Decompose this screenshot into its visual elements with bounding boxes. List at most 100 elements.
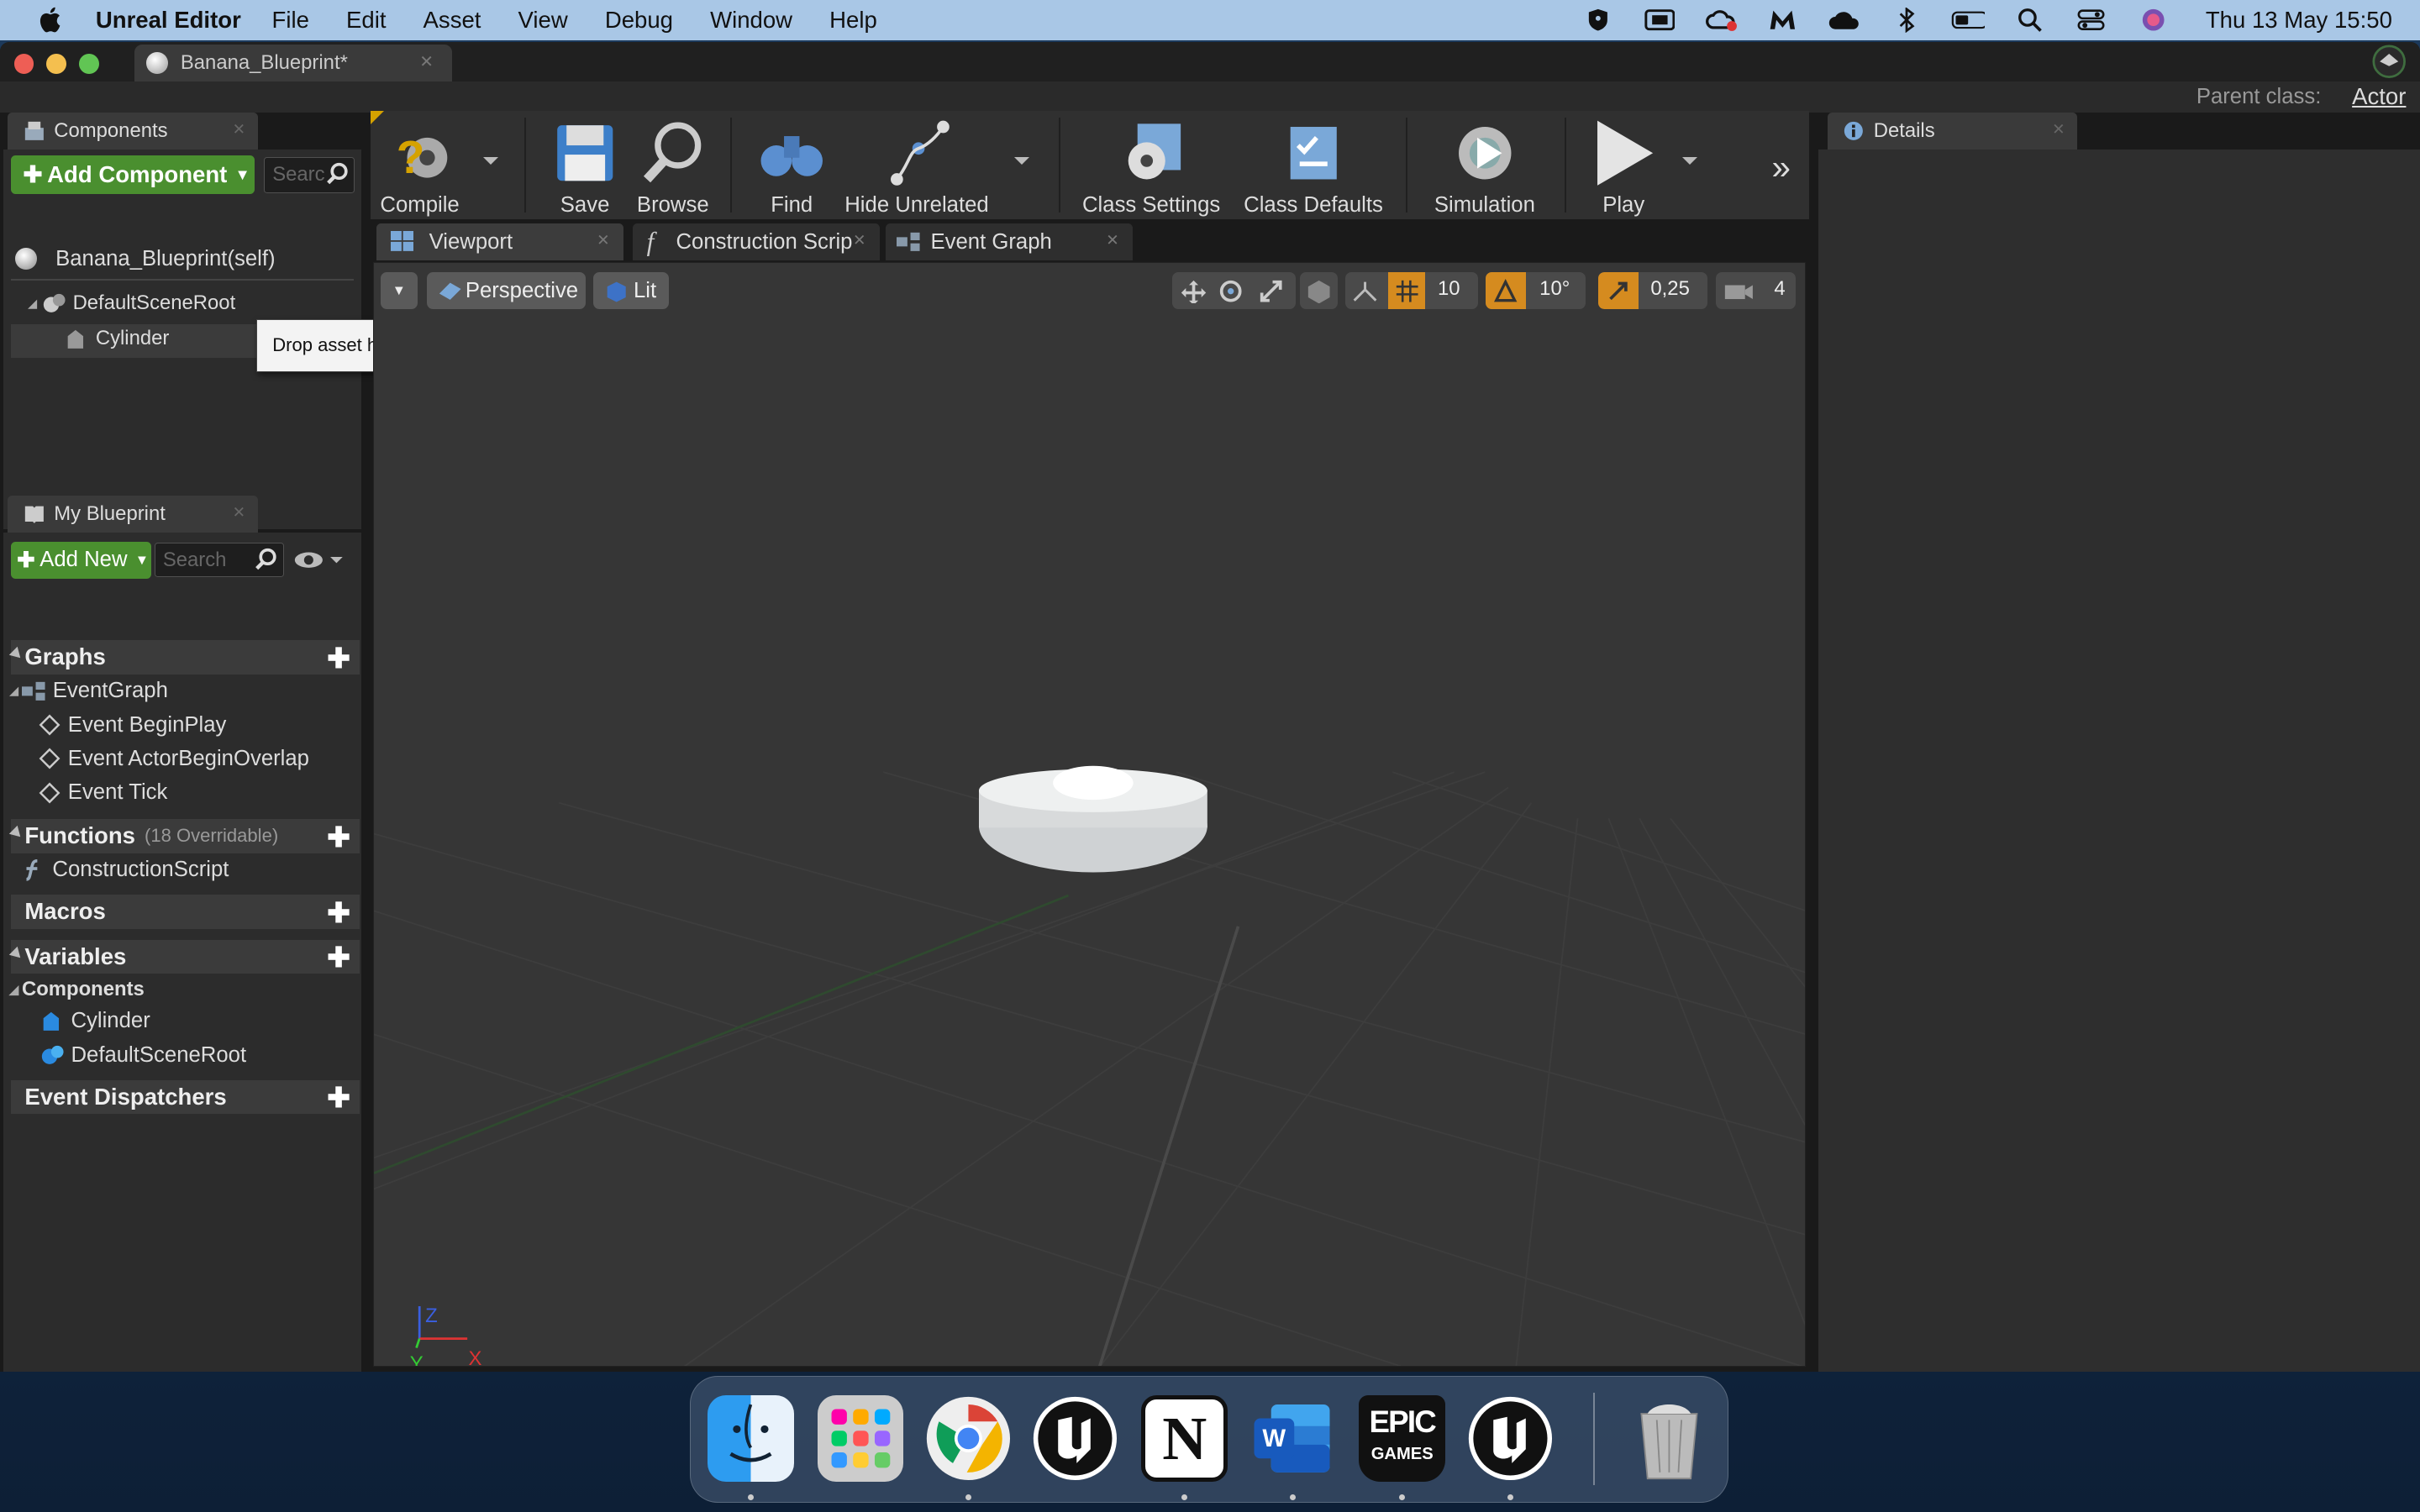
- world-local-toggle[interactable]: [1300, 272, 1338, 310]
- class-settings-button[interactable]: Class Settings: [1081, 111, 1223, 219]
- event-actorbeginoverlap-item[interactable]: Event ActorBeginOverlap: [39, 747, 309, 771]
- add-variable-button[interactable]: ✚: [327, 941, 350, 974]
- components-search-input[interactable]: Search: [264, 157, 355, 193]
- viewport[interactable]: ▼ Perspective Lit 10 10° 0,25 4 Z X Y: [373, 262, 1806, 1368]
- control-center-icon[interactable]: [2075, 6, 2108, 34]
- simulation-button[interactable]: Simulation: [1429, 111, 1540, 219]
- battery-icon[interactable]: [1951, 6, 1986, 34]
- add-component-button[interactable]: ✚ Add Component ▼: [10, 155, 255, 195]
- chrome-icon[interactable]: [925, 1395, 1012, 1482]
- close-panel-icon[interactable]: ✕: [233, 120, 245, 139]
- cloud-icon[interactable]: [1828, 6, 1861, 34]
- menu-window[interactable]: Window: [710, 7, 792, 34]
- add-macro-button[interactable]: ✚: [327, 896, 350, 930]
- menu-view[interactable]: View: [518, 7, 568, 34]
- apple-icon[interactable]: [31, 0, 68, 40]
- browse-button[interactable]: Browse: [633, 111, 713, 219]
- menu-asset[interactable]: Asset: [424, 7, 481, 34]
- compile-button[interactable]: ? Compile: [380, 111, 460, 219]
- close-window-button[interactable]: [13, 54, 34, 75]
- hide-unrelated-button[interactable]: Hide Unrelated: [844, 111, 990, 219]
- rotation-snap-toggle[interactable]: [1485, 272, 1526, 310]
- variable-cylinder-item[interactable]: Cylinder: [40, 1009, 150, 1033]
- rotation-snap-value[interactable]: 10°: [1539, 277, 1570, 301]
- minimize-window-button[interactable]: [46, 54, 66, 75]
- asset-tab[interactable]: Banana_Blueprint* ✕: [134, 45, 453, 82]
- zoom-window-button[interactable]: [78, 54, 99, 75]
- perspective-button[interactable]: Perspective: [426, 272, 587, 310]
- creative-cloud-icon[interactable]: [1704, 6, 1738, 34]
- save-button[interactable]: Save: [550, 111, 620, 219]
- close-tab-icon[interactable]: ✕: [597, 231, 609, 249]
- camera-speed-group[interactable]: 4: [1715, 272, 1797, 310]
- surface-snap-icon[interactable]: [1351, 279, 1379, 310]
- section-graphs[interactable]: Graphs ✚: [8, 640, 360, 675]
- lit-mode-button[interactable]: Lit: [593, 272, 670, 310]
- word-icon[interactable]: W: [1249, 1395, 1336, 1482]
- tab-event-graph[interactable]: Event Graph ✕: [886, 223, 1134, 261]
- self-component-item[interactable]: Banana_Blueprint(self): [15, 247, 276, 271]
- screen-mirroring-icon[interactable]: [1643, 6, 1676, 34]
- close-panel-icon[interactable]: ✕: [233, 503, 245, 522]
- hide-unrelated-dropdown[interactable]: [1013, 157, 1029, 165]
- tab-components[interactable]: Components ✕: [8, 113, 258, 150]
- notion-icon[interactable]: N: [1141, 1395, 1228, 1483]
- grid-snap-toggle[interactable]: [1388, 272, 1426, 310]
- menu-help[interactable]: Help: [829, 7, 877, 34]
- class-defaults-button[interactable]: Class Defaults: [1239, 111, 1387, 219]
- tree-item-defaultsceneroot[interactable]: ◢ DefaultSceneRoot: [28, 291, 235, 315]
- close-tab-icon[interactable]: ✕: [419, 51, 434, 72]
- menu-file[interactable]: File: [272, 7, 309, 34]
- translate-icon[interactable]: [1180, 279, 1207, 310]
- menu-debug[interactable]: Debug: [605, 7, 673, 34]
- play-options-dropdown[interactable]: [1681, 157, 1697, 165]
- spotlight-search-icon[interactable]: [2012, 6, 2046, 34]
- add-graph-button[interactable]: ✚: [327, 642, 350, 675]
- variables-components-category[interactable]: ◢ Components: [9, 978, 145, 1001]
- event-tick-item[interactable]: Event Tick: [39, 780, 167, 805]
- find-button[interactable]: Find: [755, 111, 829, 219]
- section-functions[interactable]: Functions (18 Overridable) ✚: [8, 819, 360, 854]
- epic-games-icon[interactable]: EPIC GAMES: [1359, 1395, 1446, 1483]
- rotate-icon[interactable]: [1218, 279, 1243, 310]
- close-tab-icon[interactable]: ✕: [853, 231, 865, 249]
- menu-edit[interactable]: Edit: [346, 7, 386, 34]
- unreal-icon[interactable]: [1467, 1395, 1554, 1482]
- shield-icon[interactable]: [1581, 6, 1614, 34]
- bluetooth-icon[interactable]: [1889, 6, 1923, 34]
- tree-item-cylinder[interactable]: Cylinder: [65, 327, 169, 350]
- tab-my-blueprint[interactable]: My Blueprint ✕: [8, 495, 258, 533]
- scale-snap-value[interactable]: 0,25: [1650, 277, 1689, 301]
- scale-icon[interactable]: [1259, 279, 1283, 310]
- section-event-dispatchers[interactable]: Event Dispatchers ✚: [10, 1079, 360, 1115]
- play-button[interactable]: Play: [1588, 111, 1659, 219]
- tab-viewport[interactable]: Viewport ✕: [376, 223, 623, 261]
- close-panel-icon[interactable]: ✕: [2052, 120, 2065, 139]
- close-tab-icon[interactable]: ✕: [1106, 231, 1118, 249]
- toolbar-overflow-chevron-icon[interactable]: »: [1772, 148, 1791, 187]
- unreal-icon[interactable]: [1032, 1395, 1118, 1482]
- app-name[interactable]: Unreal Editor: [96, 7, 241, 34]
- eventgraph-item[interactable]: ◢ EventGraph: [9, 679, 168, 703]
- section-macros[interactable]: Macros ✚: [10, 895, 360, 930]
- constructionscript-item[interactable]: ConstructionScript: [22, 858, 229, 882]
- trash-icon[interactable]: [1626, 1395, 1712, 1482]
- add-function-button[interactable]: ✚: [327, 821, 350, 854]
- event-beginplay-item[interactable]: Event BeginPlay: [39, 713, 226, 738]
- parent-class-link[interactable]: Actor: [2352, 83, 2406, 110]
- add-event-dispatcher-button[interactable]: ✚: [327, 1081, 350, 1115]
- scale-snap-toggle[interactable]: [1597, 272, 1639, 310]
- blueprint-search-input[interactable]: Search: [154, 543, 284, 577]
- variable-defaultsceneroot-item[interactable]: DefaultSceneRoot: [40, 1043, 246, 1068]
- tab-details[interactable]: Details ✕: [1827, 113, 2078, 150]
- finder-icon[interactable]: [708, 1395, 795, 1483]
- clock[interactable]: Thu 13 May 15:50: [2206, 7, 2392, 34]
- launchpad-icon[interactable]: [817, 1395, 904, 1483]
- malwarebytes-icon[interactable]: [1766, 6, 1800, 34]
- compile-options-dropdown[interactable]: [482, 157, 498, 165]
- section-variables[interactable]: Variables ✚: [8, 939, 360, 974]
- grid-snap-value[interactable]: 10: [1438, 277, 1460, 301]
- siri-icon[interactable]: [2136, 6, 2170, 34]
- viewport-options-dropdown[interactable]: ▼: [380, 272, 418, 310]
- tab-construction-script[interactable]: f Construction Scrip ✕: [633, 223, 880, 261]
